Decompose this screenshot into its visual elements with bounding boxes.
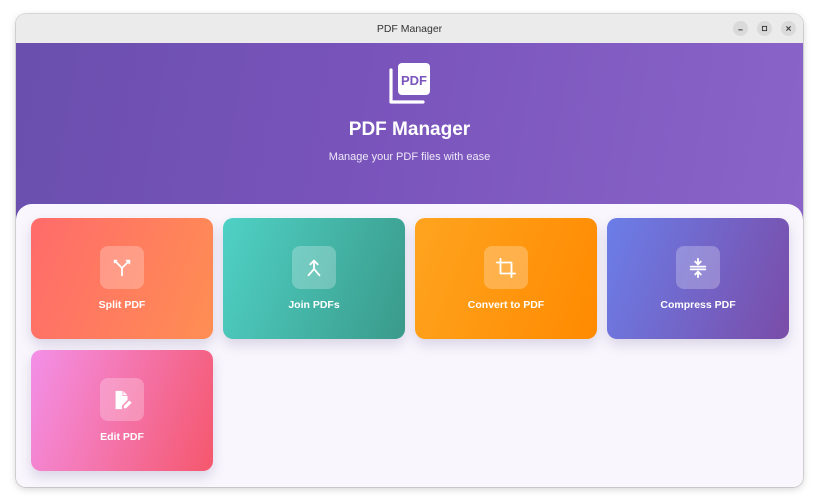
join-pdfs-label: Join PDFs [288, 299, 340, 311]
page-title: PDF Manager [348, 119, 471, 140]
close-button[interactable] [781, 21, 796, 36]
tools-panel: Split PDF Join PDFs Convert to PDF Compr… [16, 204, 803, 487]
close-icon [786, 26, 791, 31]
maximize-button[interactable] [757, 21, 772, 36]
pdf-logo-icon: PDF [389, 63, 430, 104]
compress-pdf-card[interactable]: Compress PDF [607, 218, 789, 339]
compress-icon-box [676, 246, 720, 289]
convert-to-pdf-card[interactable]: Convert to PDF [415, 218, 597, 339]
merge-icon [307, 259, 321, 276]
edit-pdf-card[interactable]: Edit PDF [31, 350, 213, 471]
app-window: PDF Manager PDF PDF Manager Manage your … [16, 14, 803, 487]
edit-document-icon [115, 390, 132, 409]
split-pdf-card[interactable]: Split PDF [31, 218, 213, 339]
join-pdfs-card[interactable]: Join PDFs [223, 218, 405, 339]
split-icon-box [100, 246, 144, 289]
crop-icon [495, 257, 517, 278]
window-title: PDF Manager [376, 22, 443, 35]
page-subtitle: Manage your PDF files with ease [328, 151, 491, 163]
edit-icon-box [100, 378, 144, 421]
crop-icon-box [484, 246, 528, 289]
maximize-icon [761, 25, 768, 32]
split-icon [113, 259, 131, 276]
title-bar[interactable]: PDF Manager [16, 14, 803, 44]
compress-icon [689, 257, 707, 278]
convert-to-pdf-label: Convert to PDF [467, 299, 545, 311]
merge-icon-box [292, 246, 336, 289]
logo-text: PDF [401, 73, 427, 88]
split-pdf-label: Split PDF [98, 299, 146, 311]
minimize-icon [738, 29, 743, 31]
minimize-button[interactable] [733, 21, 748, 36]
compress-pdf-label: Compress PDF [660, 299, 736, 311]
edit-pdf-label: Edit PDF [100, 431, 144, 443]
